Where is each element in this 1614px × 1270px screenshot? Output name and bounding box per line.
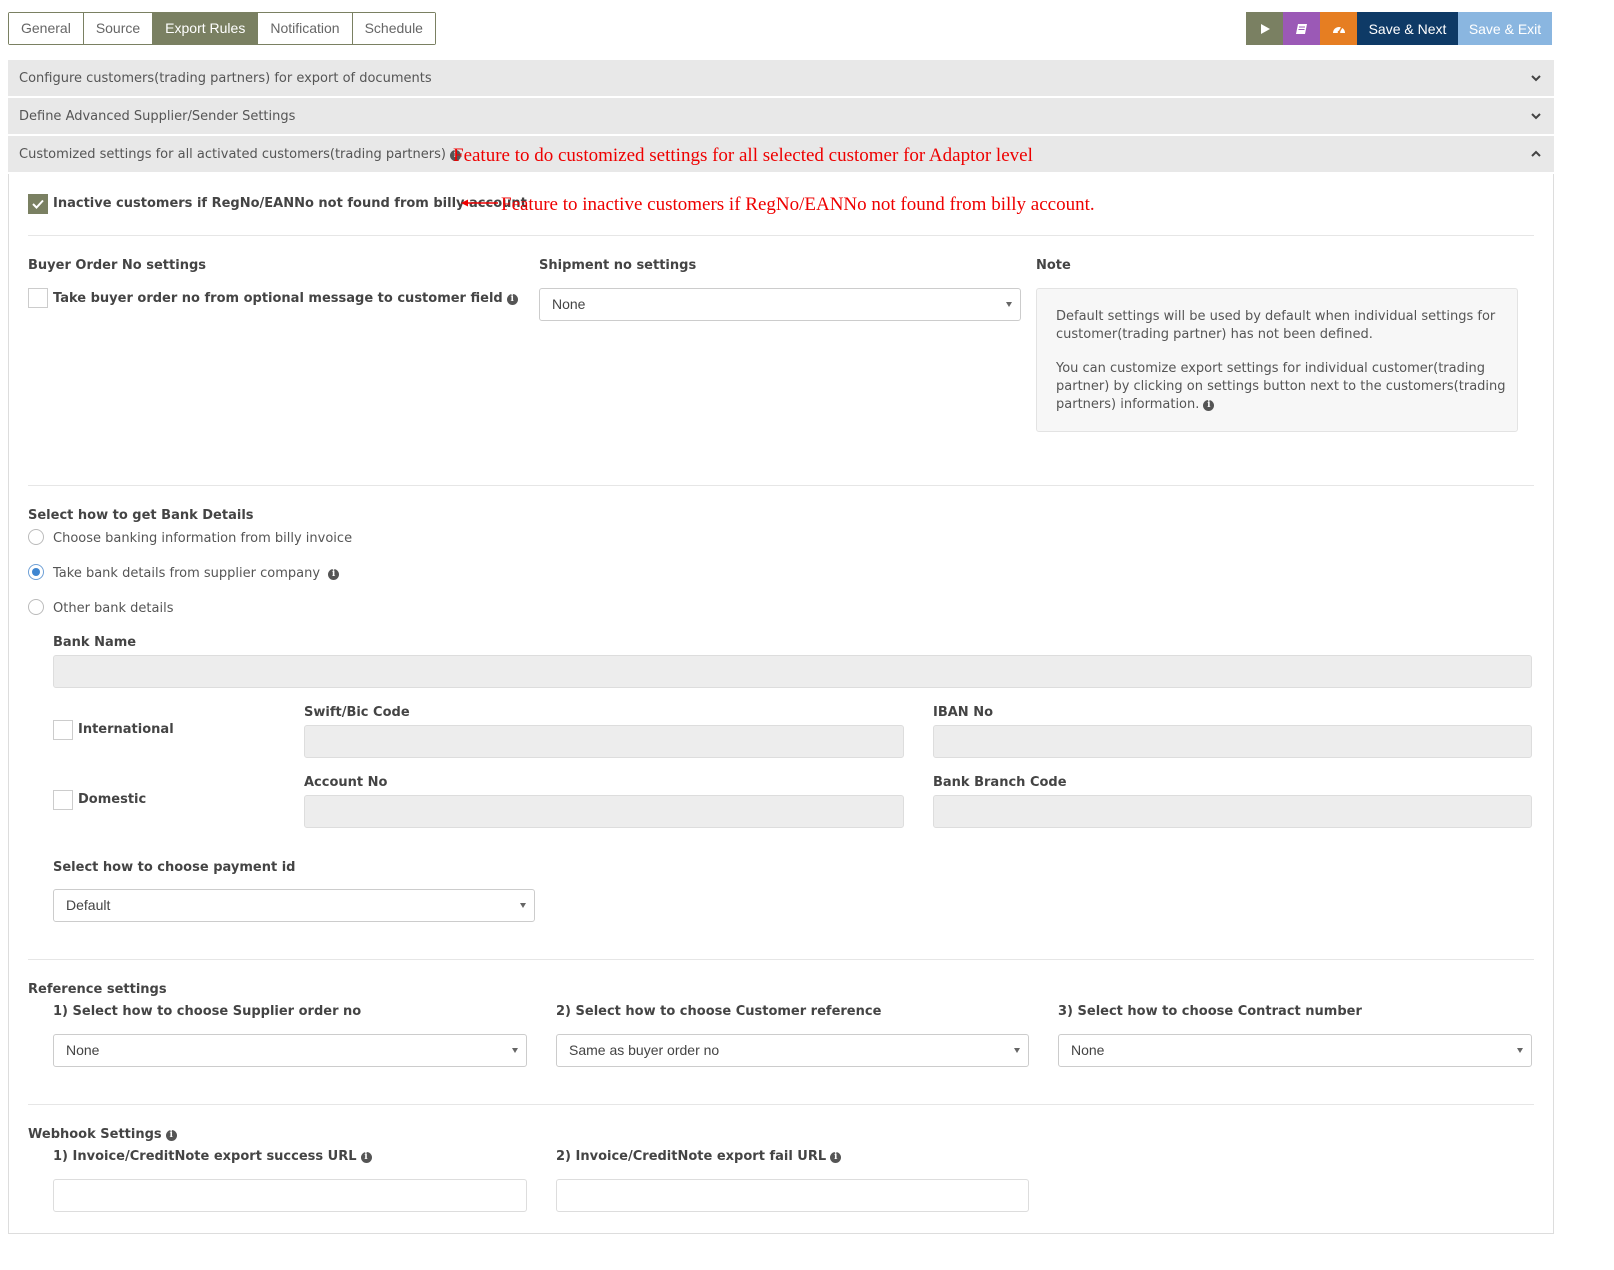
divider <box>28 485 1534 486</box>
tab-source[interactable]: Source <box>83 13 154 44</box>
international-label: International <box>78 722 174 737</box>
contract-number-label: 3) Select how to choose Contract number <box>1058 1004 1362 1019</box>
buyer-order-checkbox-label: Take buyer order no from optional messag… <box>53 291 503 306</box>
iban-label: IBAN No <box>933 705 994 720</box>
info-icon: i <box>830 1152 842 1163</box>
caret-down-icon <box>520 903 526 908</box>
bank-option-supplier-company-label: Take bank details from supplier company <box>53 566 321 581</box>
info-icon: i <box>328 569 340 580</box>
log-button[interactable] <box>1283 12 1320 45</box>
info-icon: i <box>1203 400 1215 411</box>
inactive-customers-label: Inactive customers if RegNo/EANNo not fo… <box>53 196 527 211</box>
bank-details-heading: Select how to get Bank Details <box>28 508 254 523</box>
webhook-success-label: 1) Invoice/CreditNote export success URL <box>53 1149 357 1164</box>
reference-heading: Reference settings <box>28 982 167 997</box>
bank-option-supplier-company-radio[interactable] <box>28 564 44 580</box>
iban-input[interactable] <box>933 725 1532 758</box>
note-box: Default settings will be used by default… <box>1036 288 1518 432</box>
webhook-fail-label: 2) Invoice/CreditNote export fail URL <box>556 1149 827 1164</box>
info-icon: i <box>506 294 518 305</box>
save-next-button[interactable]: Save & Next <box>1357 12 1458 45</box>
tab-general[interactable]: General <box>9 13 84 44</box>
payment-id-select-value: Default <box>66 897 111 913</box>
annotation-inactive: Feature to inactive customers if RegNo/E… <box>501 194 1095 215</box>
bank-branch-code-input[interactable] <box>933 795 1532 828</box>
annotation-adaptor: Feature to do customized settings for al… <box>453 145 1033 166</box>
shipment-select-value: None <box>552 296 586 312</box>
bank-option-other-label: Other bank details <box>53 601 174 616</box>
chevron-down-icon <box>1531 113 1541 120</box>
customer-reference-label: 2) Select how to choose Customer referen… <box>556 1004 882 1019</box>
tab-notification[interactable]: Notification <box>258 13 353 44</box>
domestic-checkbox[interactable] <box>53 790 73 810</box>
swift-label: Swift/Bic Code <box>304 705 410 720</box>
contract-number-select[interactable]: None <box>1058 1034 1532 1067</box>
bank-option-other-radio[interactable] <box>28 599 44 615</box>
caret-down-icon <box>1014 1048 1020 1053</box>
swift-input[interactable] <box>304 725 904 758</box>
webhook-success-url-input[interactable] <box>53 1179 527 1212</box>
supplier-order-select[interactable]: None <box>53 1034 527 1067</box>
caret-down-icon <box>1006 302 1012 307</box>
domestic-label: Domestic <box>78 792 147 807</box>
accordion-configure-customers[interactable]: Configure customers(trading partners) fo… <box>8 60 1554 97</box>
account-no-label: Account No <box>304 775 388 790</box>
caret-down-icon <box>512 1048 518 1053</box>
accordion-advanced-supplier[interactable]: Define Advanced Supplier/Sender Settings <box>8 98 1554 135</box>
info-icon: i <box>360 1152 372 1163</box>
bank-name-input[interactable] <box>53 655 1532 688</box>
supplier-order-select-value: None <box>66 1042 100 1058</box>
divider <box>28 1104 1534 1105</box>
check-icon <box>32 199 44 209</box>
tab-schedule[interactable]: Schedule <box>352 13 435 44</box>
dashboard-button[interactable] <box>1320 12 1357 45</box>
buyer-order-heading: Buyer Order No settings <box>28 258 206 273</box>
bank-option-billy-invoice-label: Choose banking information from billy in… <box>53 531 353 546</box>
buyer-order-checkbox[interactable] <box>28 288 48 308</box>
run-button[interactable] <box>1246 12 1283 45</box>
tab-bar: General Source Export Rules Notification… <box>8 12 436 45</box>
bank-branch-code-label: Bank Branch Code <box>933 775 1067 790</box>
customer-reference-select[interactable]: Same as buyer order no <box>556 1034 1029 1067</box>
inactive-customers-checkbox[interactable] <box>28 194 48 214</box>
customer-reference-select-value: Same as buyer order no <box>569 1042 720 1058</box>
webhook-fail-url-input[interactable] <box>556 1179 1029 1212</box>
shipment-select[interactable]: None <box>539 288 1021 321</box>
international-checkbox[interactable] <box>53 720 73 740</box>
chevron-down-icon <box>1531 75 1541 82</box>
divider <box>28 959 1534 960</box>
account-no-input[interactable] <box>304 795 904 828</box>
supplier-order-label: 1) Select how to choose Supplier order n… <box>53 1004 362 1019</box>
payment-id-select[interactable]: Default <box>53 889 535 922</box>
webhook-heading: Webhook Settings <box>28 1127 162 1142</box>
caret-down-icon <box>1517 1048 1523 1053</box>
note-paragraph-2: You can customize export settings for in… <box>1056 361 1506 412</box>
info-icon: i <box>165 1130 177 1141</box>
save-exit-button[interactable]: Save & Exit <box>1458 12 1552 45</box>
payment-id-label: Select how to choose payment id <box>53 860 296 875</box>
accordion-title: Configure customers(trading partners) fo… <box>19 71 432 86</box>
tab-export-rules[interactable]: Export Rules <box>153 13 259 44</box>
divider <box>28 235 1534 236</box>
book-icon <box>1296 23 1307 34</box>
chevron-up-icon <box>1531 150 1541 157</box>
shipment-heading: Shipment no settings <box>539 258 697 273</box>
dashboard-icon <box>1332 26 1345 33</box>
bank-name-label: Bank Name <box>53 635 137 650</box>
bank-option-billy-invoice-radio[interactable] <box>28 529 44 545</box>
accordion-title: Define Advanced Supplier/Sender Settings <box>19 109 296 124</box>
note-heading: Note <box>1036 258 1071 273</box>
accordion-title: Customized settings for all activated cu… <box>19 147 446 162</box>
arrow-left-icon <box>461 199 498 207</box>
play-icon <box>1260 23 1270 34</box>
contract-number-select-value: None <box>1071 1042 1105 1058</box>
note-paragraph-1: Default settings will be used by default… <box>1056 309 1496 342</box>
